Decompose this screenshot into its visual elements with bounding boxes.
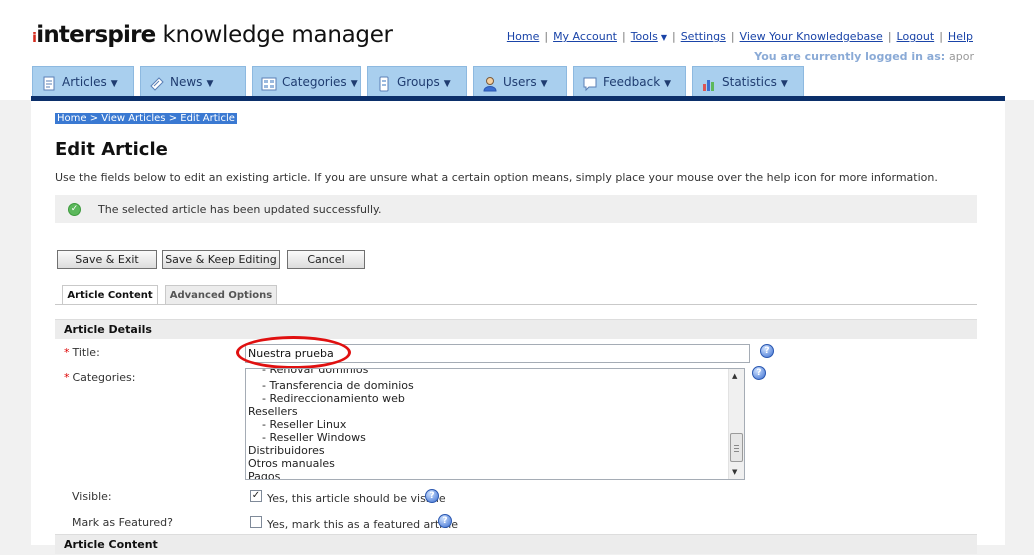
category-option[interactable]: - Reseller Linux	[248, 418, 346, 431]
categories-select[interactable]: - Renovar dominios - Transferencia de do…	[245, 368, 745, 480]
save-keep-editing-button[interactable]: Save & Keep Editing	[162, 250, 280, 269]
category-option[interactable]: - Renovar dominios	[248, 369, 368, 376]
breadcrumb: Home > View Articles > Edit Article	[55, 113, 237, 124]
nav-tab-users[interactable]: Users ▼	[473, 66, 567, 96]
nav-tab-feedback[interactable]: Feedback ▼	[573, 66, 686, 96]
nav-tab-articles[interactable]: Articles ▼	[32, 66, 134, 96]
help-icon[interactable]: ?	[752, 366, 766, 380]
my-account-link[interactable]: My Account	[553, 30, 617, 43]
feedback-icon	[582, 73, 598, 91]
view-knowledgebase-link[interactable]: View Your Knowledgebase	[740, 30, 883, 43]
chevron-down-icon: ▼	[206, 79, 214, 89]
breadcrumb-view-articles[interactable]: View Articles	[101, 113, 165, 124]
category-option[interactable]: - Reseller Windows	[248, 431, 366, 444]
nav-tab-groups[interactable]: Groups ▼	[367, 66, 467, 96]
scroll-up-icon[interactable]: ▲	[732, 372, 737, 380]
help-icon[interactable]: ?	[425, 489, 439, 503]
app-logo[interactable]: ᵢinterspire knowledge manager	[32, 22, 393, 48]
featured-label: Mark as Featured?	[72, 516, 173, 529]
chevron-down-icon: ▼	[664, 79, 672, 89]
chevron-down-icon: ▼	[350, 79, 358, 89]
tools-link[interactable]: Tools	[631, 30, 658, 43]
title-label: * Title:	[64, 346, 100, 359]
statistics-icon	[701, 73, 717, 91]
nav-tab-statistics[interactable]: Statistics ▼	[692, 66, 804, 96]
chevron-down-icon: ▼	[660, 33, 667, 42]
page-title: Edit Article	[55, 139, 168, 160]
category-option[interactable]: - Transferencia de dominios	[248, 379, 414, 392]
category-option[interactable]: Pagos	[248, 470, 280, 479]
chevron-down-icon: ▼	[540, 79, 548, 89]
home-link[interactable]: Home	[507, 30, 539, 43]
check-circle-icon: ✓	[68, 203, 81, 216]
logo-product: knowledge manager	[162, 22, 393, 48]
help-link[interactable]: Help	[948, 30, 973, 43]
visible-checkbox-label[interactable]: Yes, this article should be visible	[267, 492, 446, 505]
article-content-header: Article Content	[55, 534, 977, 554]
category-option[interactable]: Distribuidores	[248, 444, 325, 457]
featured-checkbox[interactable]	[250, 516, 262, 528]
categories-icon	[261, 73, 277, 90]
nav-tab-news[interactable]: News ▼	[140, 66, 246, 96]
categories-label: * Categories:	[64, 371, 136, 384]
breadcrumb-current: Edit Article	[180, 113, 235, 124]
settings-link[interactable]: Settings	[681, 30, 726, 43]
success-message-text: The selected article has been updated su…	[98, 203, 382, 216]
news-icon	[149, 73, 165, 91]
chevron-down-icon: ▼	[780, 79, 788, 89]
chevron-down-icon: ▼	[110, 79, 118, 89]
users-icon	[482, 73, 498, 91]
nav-tab-categories[interactable]: Categories ▼	[252, 66, 361, 96]
visible-label: Visible:	[72, 490, 112, 503]
title-input[interactable]: Nuestra prueba	[245, 344, 750, 363]
groups-icon	[376, 73, 392, 91]
main-content: Home > View Articles > Edit Article Edit…	[31, 101, 1005, 554]
visible-checkbox[interactable]: ✓	[250, 490, 262, 502]
breadcrumb-home[interactable]: Home	[57, 113, 87, 124]
category-option[interactable]: Otros manuales	[248, 457, 335, 470]
tab-divider	[55, 304, 977, 305]
tab-advanced-options[interactable]: Advanced Options	[165, 285, 277, 305]
app-header: ᵢinterspire knowledge manager Home | My Ac…	[0, 0, 1034, 100]
featured-checkbox-label[interactable]: Yes, mark this as a featured article	[267, 518, 458, 531]
help-icon[interactable]: ?	[438, 514, 452, 528]
categories-scrollbar[interactable]: ▲ ▼	[728, 369, 744, 479]
top-links: Home | My Account | Tools ▼ | Settings | View You…	[506, 30, 973, 43]
scroll-thumb[interactable]	[730, 433, 743, 462]
category-option[interactable]: Resellers	[248, 405, 298, 418]
chevron-down-icon: ▼	[443, 79, 451, 89]
help-icon[interactable]: ?	[760, 344, 774, 358]
page-intro: Use the fields below to edit an existing…	[55, 171, 938, 184]
cancel-button[interactable]: Cancel	[287, 250, 365, 269]
logged-in-label: You are currently logged in as:	[754, 50, 946, 63]
category-option[interactable]: - Redireccionamiento web	[248, 392, 405, 405]
scroll-down-icon[interactable]: ▼	[732, 468, 737, 476]
articles-icon	[41, 73, 57, 90]
logout-link[interactable]: Logout	[897, 30, 935, 43]
logged-in-status: You are currently logged in as: apor	[754, 50, 974, 63]
logged-in-user: apor	[949, 50, 974, 63]
tab-article-content[interactable]: Article Content	[62, 285, 158, 305]
save-exit-button[interactable]: Save & Exit	[57, 250, 157, 269]
success-message: ✓ The selected article has been updated …	[55, 195, 977, 223]
logo-brand: interspire	[36, 22, 156, 48]
article-details-header: Article Details	[55, 319, 977, 339]
